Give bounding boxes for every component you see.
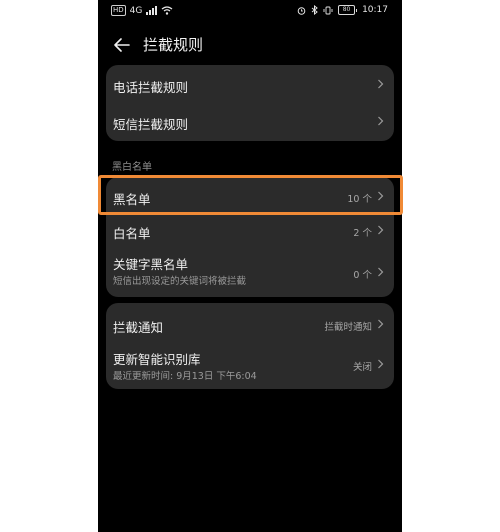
chevron-right-icon	[378, 191, 384, 201]
notification-card: 拦截通知 拦截时通知 更新智能识别库 最近更新时间: 9月13日 下午6:04 …	[106, 303, 394, 389]
section-label-blackwhite: 黑白名单	[112, 162, 152, 173]
status-right: 80 10:17	[297, 5, 388, 15]
update-library-item[interactable]: 更新智能识别库 最近更新时间: 9月13日 下午6:04 关闭	[106, 343, 394, 389]
keyword-blacklist-item[interactable]: 关键字黑名单 短信出现设定的关键词将被拦截 0 个	[106, 247, 394, 297]
clock: 10:17	[362, 5, 388, 15]
chevron-right-icon	[378, 359, 384, 369]
app-header: 拦截规则	[98, 28, 402, 62]
whitelist-count: 2 个	[353, 228, 372, 239]
hd-badge: HD	[111, 5, 126, 16]
phone-screen: HD 4G 80 10:17 拦截规则 电话拦截规则 短信拦截规则 黑白名单 黑…	[98, 0, 402, 532]
vibrate-icon	[323, 6, 333, 14]
chevron-right-icon	[378, 319, 384, 329]
sms-block-rules-item[interactable]: 短信拦截规则	[106, 103, 394, 141]
wifi-icon	[161, 6, 173, 15]
chevron-right-icon	[378, 116, 384, 126]
chevron-right-icon	[378, 267, 384, 277]
battery-level: 80	[338, 5, 356, 15]
block-notification-value: 拦截时通知	[324, 322, 372, 333]
alarm-icon	[297, 6, 306, 15]
whitelist-item[interactable]: 白名单 2 个	[106, 215, 394, 247]
status-left: HD 4G	[111, 5, 173, 16]
rules-card: 电话拦截规则 短信拦截规则	[106, 65, 394, 141]
keyword-blacklist-subtitle: 短信出现设定的关键词将被拦截	[113, 276, 247, 287]
block-notification-label: 拦截通知	[113, 320, 164, 335]
blackwhite-list-card: 黑名单 10 个 白名单 2 个 关键字黑名单 短信出现设定的关键词将被拦截 0…	[106, 177, 394, 297]
signal-icon	[146, 6, 158, 15]
status-bar: HD 4G 80 10:17	[98, 0, 402, 22]
sms-block-rules-label: 短信拦截规则	[113, 117, 189, 132]
call-block-rules-label: 电话拦截规则	[113, 80, 189, 95]
bluetooth-icon	[311, 5, 318, 15]
blacklist-count: 10 个	[347, 194, 372, 205]
chevron-right-icon	[378, 225, 384, 235]
block-notification-item[interactable]: 拦截通知 拦截时通知	[106, 303, 394, 343]
whitelist-label: 白名单	[113, 226, 151, 241]
update-library-label: 更新智能识别库	[113, 352, 201, 367]
call-block-rules-item[interactable]: 电话拦截规则	[106, 65, 394, 103]
back-arrow-icon[interactable]	[112, 35, 132, 55]
update-library-value: 关闭	[352, 362, 372, 373]
update-library-subtitle: 最近更新时间: 9月13日 下午6:04	[113, 371, 257, 382]
keyword-blacklist-count: 0 个	[353, 270, 372, 281]
network-label: 4G	[129, 5, 143, 16]
page-title: 拦截规则	[143, 36, 204, 54]
blacklist-label: 黑名单	[113, 192, 151, 207]
battery-icon: 80	[338, 5, 358, 15]
keyword-blacklist-label: 关键字黑名单	[113, 257, 189, 272]
blacklist-item[interactable]: 黑名单 10 个	[106, 177, 394, 215]
chevron-right-icon	[378, 79, 384, 89]
